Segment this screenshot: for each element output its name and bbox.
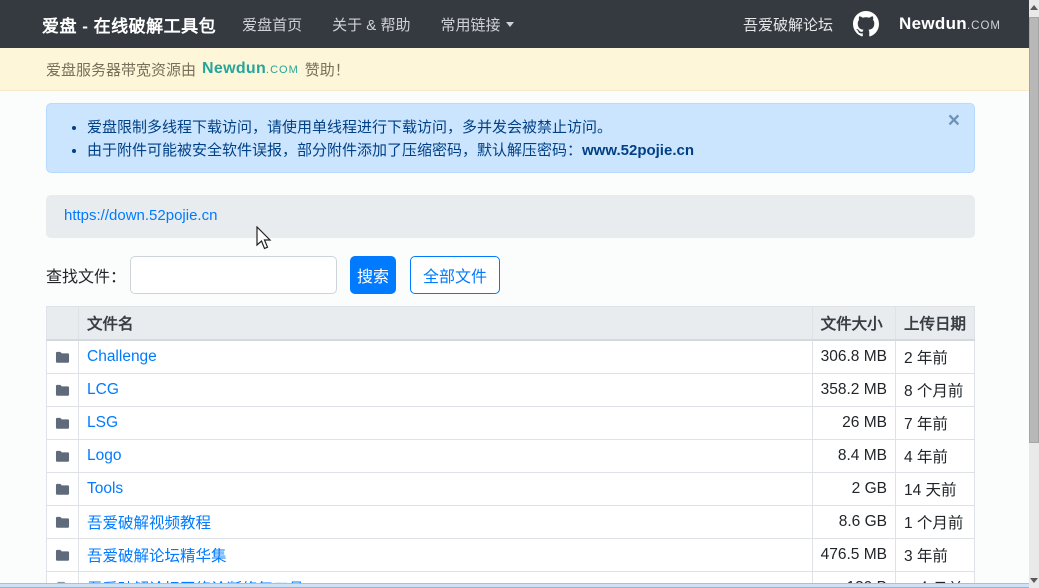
sponsor-brand-suffix: .COM — [266, 64, 299, 76]
sponsor-suffix: 赞助！ — [305, 59, 350, 80]
sponsor-banner: 爱盘服务器带宽资源由 Newdun.COM 赞助！ — [0, 48, 1029, 91]
breadcrumb-root-link[interactable]: https://down.52pojie.cn — [64, 207, 217, 224]
page: 爱盘 - 在线破解工具包 爱盘首页 关于 & 帮助 常用链接 吾爱破解论坛 Ne… — [0, 0, 1029, 588]
row-name-cell: LCG — [79, 374, 813, 407]
row-icon-cell — [47, 374, 79, 407]
row-name-cell: Challenge — [79, 340, 813, 374]
file-table: 文件名 文件大小 上传日期 Challenge 306.8 MB 2 年前 LC… — [46, 306, 975, 588]
scrollbar-thumb[interactable] — [1029, 17, 1039, 443]
newdun-logo[interactable]: Newdun.COM — [899, 14, 1001, 34]
table-row: LSG 26 MB 7 年前 — [47, 407, 975, 440]
nav-link-common-links-dropdown[interactable]: 常用链接 — [440, 14, 514, 35]
row-date-cell: 14 天前 — [895, 473, 974, 506]
sponsor-prefix: 爱盘服务器带宽资源由 — [46, 59, 196, 80]
row-size-cell: 476.5 MB — [812, 539, 895, 572]
nav-right: 吾爱破解论坛 Newdun.COM — [743, 11, 1001, 37]
search-input[interactable] — [130, 256, 337, 294]
close-icon[interactable]: × — [948, 110, 960, 131]
folder-icon — [55, 515, 70, 529]
header-date-col: 上传日期 — [895, 307, 974, 341]
search-label: 查找文件： — [46, 263, 126, 287]
row-size-cell: 26 MB — [812, 407, 895, 440]
row-size-cell: 306.8 MB — [812, 340, 895, 374]
row-name-cell: Logo — [79, 440, 813, 473]
row-icon-cell — [47, 539, 79, 572]
info-alert: 爱盘限制多线程下载访问，请使用单线程进行下载访问，多并发会被禁止访问。 由于附件… — [46, 103, 975, 173]
folder-icon — [55, 449, 70, 463]
nav-link-common-links-label: 常用链接 — [440, 14, 500, 35]
table-row: Logo 8.4 MB 4 年前 — [47, 440, 975, 473]
vertical-scrollbar[interactable] — [1029, 0, 1039, 588]
alert-item-2-text: 由于附件可能被安全软件误报，部分附件添加了压缩密码，默认解压密码： — [87, 142, 582, 159]
sponsor-brand: Newdun — [202, 60, 266, 77]
file-link[interactable]: LSG — [87, 414, 118, 431]
table-row: 吾爱破解视频教程 8.6 GB 1 个月前 — [47, 506, 975, 539]
row-name-cell: LSG — [79, 407, 813, 440]
info-alert-list: 爱盘限制多线程下载访问，请使用单线程进行下载访问，多并发会被禁止访问。 由于附件… — [87, 116, 934, 162]
file-link[interactable]: 吾爱破解论坛精华集 — [87, 548, 227, 565]
table-row: Tools 2 GB 14 天前 — [47, 473, 975, 506]
nav-link-about-help[interactable]: 关于 & 帮助 — [332, 14, 410, 35]
row-size-cell: 2 GB — [812, 473, 895, 506]
window-bottom-edge — [0, 583, 1029, 588]
brand-title[interactable]: 爱盘 - 在线破解工具包 — [42, 12, 216, 37]
row-date-cell: 4 年前 — [895, 440, 974, 473]
search-form: 查找文件： 搜索 全部文件 — [46, 256, 975, 294]
breadcrumb: https://down.52pojie.cn — [46, 195, 975, 238]
file-link[interactable]: LCG — [87, 381, 119, 398]
row-size-cell: 8.6 GB — [812, 506, 895, 539]
github-octocat-icon — [853, 11, 879, 37]
folder-icon — [55, 350, 70, 364]
row-name-cell: 吾爱破解视频教程 — [79, 506, 813, 539]
alert-item-2: 由于附件可能被安全软件误报，部分附件添加了压缩密码，默认解压密码：www.52p… — [87, 139, 934, 162]
row-date-cell: 3 年前 — [895, 539, 974, 572]
github-link[interactable] — [853, 11, 879, 37]
alert-item-1-text: 爱盘限制多线程下载访问，请使用单线程进行下载访问，多并发会被禁止访问。 — [87, 119, 612, 136]
file-link[interactable]: 吾爱破解视频教程 — [87, 515, 211, 532]
file-table-header: 文件名 文件大小 上传日期 — [47, 307, 975, 341]
row-icon-cell — [47, 340, 79, 374]
newdun-logo-text: Newdun — [899, 14, 967, 33]
row-icon-cell — [47, 506, 79, 539]
row-date-cell: 2 年前 — [895, 340, 974, 374]
row-date-cell: 8 个月前 — [895, 374, 974, 407]
header-icon-col — [47, 307, 79, 341]
all-files-button[interactable]: 全部文件 — [410, 256, 500, 294]
row-date-cell: 7 年前 — [895, 407, 974, 440]
alert-item-2-bold: www.52pojie.cn — [582, 142, 694, 159]
row-size-cell: 8.4 MB — [812, 440, 895, 473]
row-name-cell: 吾爱破解论坛精华集 — [79, 539, 813, 572]
sponsor-newdun-link[interactable]: Newdun.COM — [202, 60, 299, 78]
forum-link[interactable]: 吾爱破解论坛 — [743, 14, 833, 35]
chevron-down-icon — [506, 22, 514, 27]
row-name-cell: Tools — [79, 473, 813, 506]
file-link[interactable]: Logo — [87, 447, 121, 464]
alert-item-1: 爱盘限制多线程下载访问，请使用单线程进行下载访问，多并发会被禁止访问。 — [87, 116, 934, 139]
header-size-col: 文件大小 — [812, 307, 895, 341]
folder-icon — [55, 416, 70, 430]
row-icon-cell — [47, 440, 79, 473]
folder-icon — [55, 482, 70, 496]
top-navbar: 爱盘 - 在线破解工具包 爱盘首页 关于 & 帮助 常用链接 吾爱破解论坛 Ne… — [0, 0, 1029, 48]
search-button[interactable]: 搜索 — [350, 256, 396, 294]
row-date-cell: 1 个月前 — [895, 506, 974, 539]
scrollbar-down-arrow-icon[interactable] — [1030, 578, 1038, 583]
row-icon-cell — [47, 407, 79, 440]
row-size-cell: 358.2 MB — [812, 374, 895, 407]
file-link[interactable]: Tools — [87, 480, 123, 497]
nav-links: 爱盘首页 关于 & 帮助 常用链接 — [242, 14, 514, 35]
scrollbar-up-arrow-icon[interactable] — [1030, 5, 1038, 10]
row-icon-cell — [47, 473, 79, 506]
table-row: Challenge 306.8 MB 2 年前 — [47, 340, 975, 374]
file-link[interactable]: Challenge — [87, 348, 157, 365]
nav-link-home[interactable]: 爱盘首页 — [242, 14, 302, 35]
folder-icon — [55, 383, 70, 397]
folder-icon — [55, 548, 70, 562]
header-name-col: 文件名 — [79, 307, 813, 341]
table-row: LCG 358.2 MB 8 个月前 — [47, 374, 975, 407]
newdun-logo-suffix: .COM — [967, 20, 1001, 32]
table-row: 吾爱破解论坛精华集 476.5 MB 3 年前 — [47, 539, 975, 572]
